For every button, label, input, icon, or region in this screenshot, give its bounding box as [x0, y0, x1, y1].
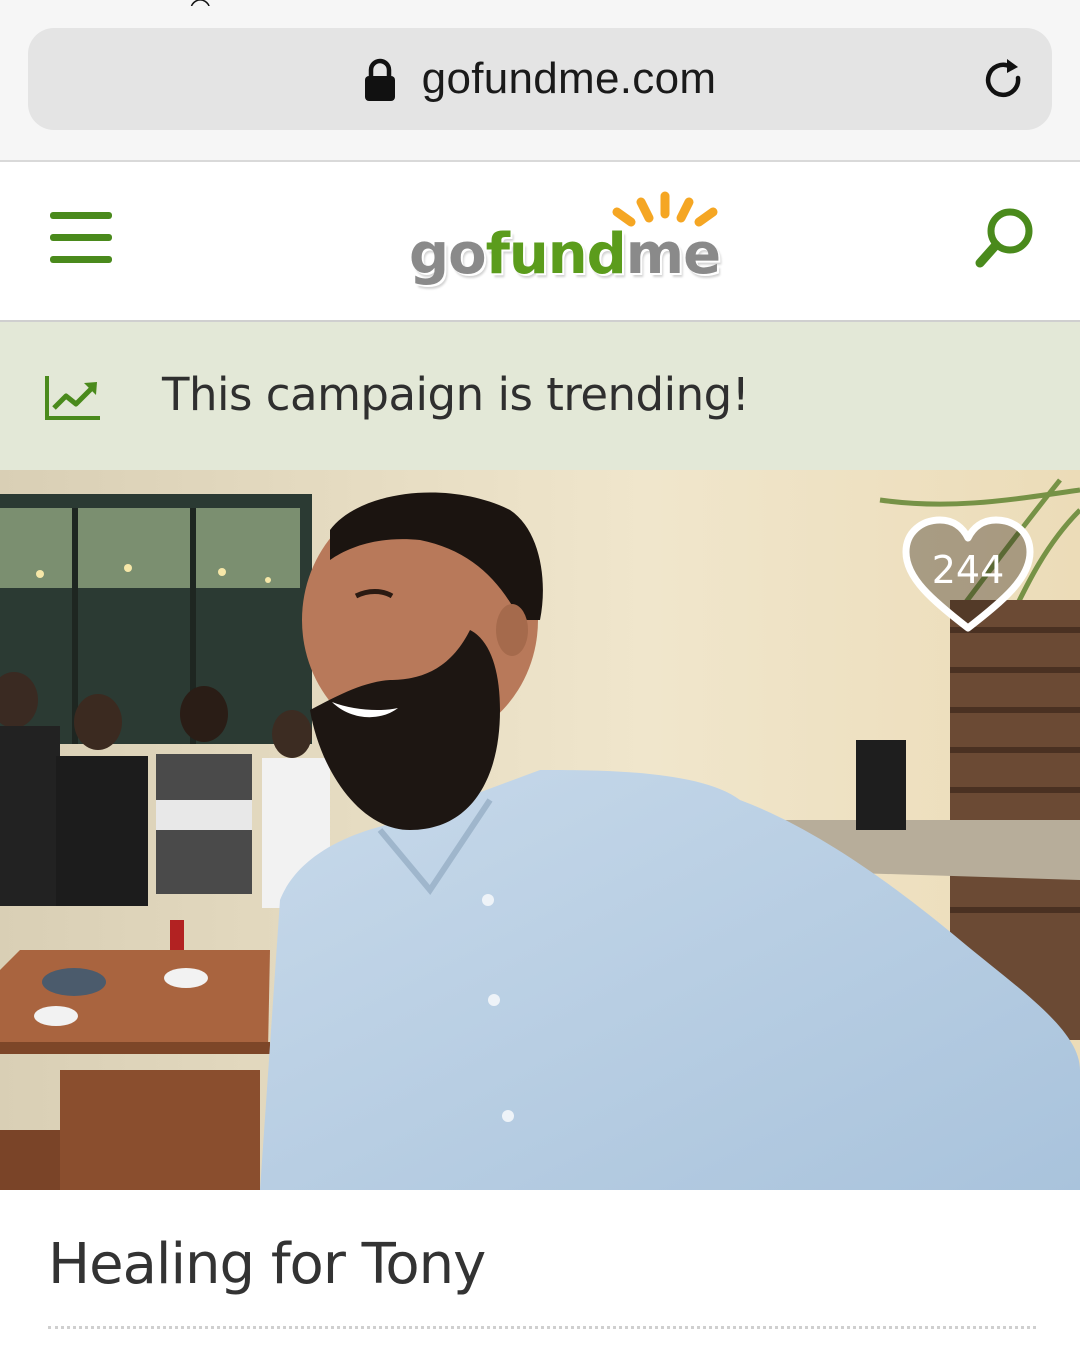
logo-wordmark: gofundme — [409, 220, 721, 290]
search-icon[interactable] — [972, 204, 1038, 270]
browser-toolbar: ‿‿ ◡ ◠ gofundme.com — [0, 0, 1080, 162]
trending-text: This campaign is trending! — [162, 368, 750, 421]
campaign-title: Healing for Tony — [48, 1232, 486, 1297]
trending-chart-icon — [45, 376, 100, 420]
gofundme-logo[interactable]: gofundme — [405, 190, 725, 300]
title-divider — [48, 1326, 1036, 1329]
logo-me: me — [625, 222, 721, 287]
url-text: gofundme.com — [421, 54, 717, 103]
logo-fund: fund — [485, 222, 627, 287]
logo-go: go — [409, 222, 487, 287]
hamburger-menu-icon[interactable] — [50, 212, 112, 264]
site-header: gofundme — [0, 162, 1080, 322]
heart-count: 244 — [931, 548, 1005, 592]
status-bar-fragment: ‿‿ ◡ ◠ — [110, 0, 212, 6]
trending-banner: This campaign is trending! — [0, 322, 1080, 470]
lock-icon — [364, 58, 395, 101]
reload-icon[interactable] — [980, 56, 1028, 104]
address-bar[interactable]: gofundme.com — [28, 28, 1052, 130]
